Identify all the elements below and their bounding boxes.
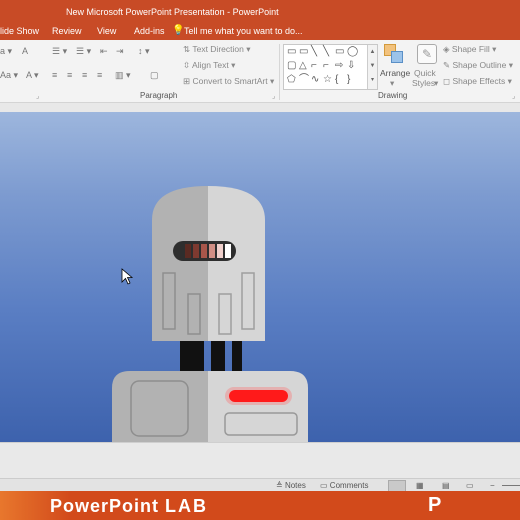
brace-left-shape-icon[interactable]: { [335, 75, 338, 85]
comments-button[interactable]: ▭ Comments [320, 481, 368, 490]
pentagon-shape-icon[interactable]: ⬠ [287, 75, 296, 85]
robot-illustration [112, 186, 308, 442]
brand-title: PowerPoint LAB [50, 496, 209, 516]
increase-indent-icon[interactable]: ⇥ [116, 46, 124, 57]
arrow-down-shape-icon[interactable]: ⇩ [347, 61, 355, 71]
visor-bar [225, 244, 231, 258]
rectangle-shape-icon[interactable]: ▭ [287, 47, 296, 57]
clear-format-icon[interactable]: A [22, 46, 28, 56]
robot-neck [211, 341, 225, 373]
robot-neck [180, 341, 204, 373]
arrow-right-shape-icon[interactable]: ⇨ [335, 61, 343, 71]
brace-right-shape-icon[interactable]: } [347, 75, 350, 85]
quick-styles-label-2[interactable]: Styles [412, 78, 435, 88]
align-text-button[interactable]: ⇳ Align Text ▾ [183, 60, 235, 71]
slide-canvas[interactable] [0, 112, 520, 442]
align-right-icon[interactable]: ≡ [82, 70, 87, 80]
zoom-slider[interactable] [502, 485, 520, 486]
pencil-icon: ✎ [443, 60, 451, 70]
tell-me-search[interactable]: Tell me what you want to do... [184, 26, 303, 36]
decrease-indent-icon[interactable]: ⇤ [100, 46, 108, 57]
shape-fill-button[interactable]: ◈ Shape Fill ▾ [443, 44, 496, 55]
shapes-gallery[interactable]: ▭ ▭ ╲ ╲ ▭ ◯ ▢ △ ⌐ ⌐ ⇨ ⇩ ⬠ ⌒ ∿ ☆ { } ▲ ▼ ▾ [283, 44, 378, 90]
title-bar: New Microsoft PowerPoint Presentation - … [0, 0, 520, 22]
convert-smartart-button[interactable]: ⊞ Convert to SmartArt ▾ [183, 76, 274, 87]
paint-bucket-icon: ◈ [443, 44, 450, 54]
comments-icon: ▭ [320, 481, 328, 490]
visor-bar [201, 244, 207, 258]
triangle-shape-icon[interactable]: △ [299, 61, 307, 71]
numbering-icon[interactable]: ☰ ▾ [76, 46, 91, 57]
elbow-shape-icon[interactable]: ⌐ [311, 61, 317, 71]
arrange-button[interactable]: Arrange [380, 68, 410, 78]
paragraph-launcher-icon-2[interactable]: ⌟ [272, 92, 275, 100]
change-case-icon[interactable]: Aa ▾ [0, 70, 18, 81]
elbow2-shape-icon[interactable]: ⌐ [323, 61, 329, 71]
columns-icon[interactable]: ▥ ▾ [115, 70, 131, 81]
robot-neck [232, 341, 242, 373]
tab-view[interactable]: View [97, 26, 116, 36]
robot-body-right [208, 371, 308, 442]
line2-shape-icon[interactable]: ╲ [323, 47, 329, 57]
rect3-shape-icon[interactable]: ▭ [335, 47, 344, 57]
notes-icon: ≜ [276, 481, 283, 490]
mouse-cursor-icon [121, 268, 134, 285]
notes-button[interactable]: ≜ Notes [276, 481, 306, 490]
quick-styles-label-1[interactable]: Quick [414, 68, 436, 78]
text-direction-button[interactable]: ⇅ Text Direction ▾ [183, 44, 250, 55]
reading-view-icon[interactable]: ▤ [442, 481, 450, 490]
font-color-icon[interactable]: A ▾ [26, 70, 39, 81]
visor-bar [209, 244, 215, 258]
red-light [229, 390, 288, 402]
align-center-icon[interactable]: ≡ [67, 70, 72, 80]
lightbulb-icon: 💡 [172, 25, 185, 36]
justify-icon[interactable]: ≡ [97, 70, 102, 80]
arrange-dropdown-icon[interactable]: ▾ [390, 78, 394, 89]
gallery-scroll[interactable]: ▲ ▼ ▾ [367, 45, 377, 89]
brand-footer: PowerPoint LAB P [0, 491, 520, 520]
rounded-rect-shape-icon[interactable]: ▢ [287, 61, 296, 71]
shape-effects-button[interactable]: ◻ Shape Effects ▾ [443, 76, 512, 87]
font-size-icon[interactable]: a ▾ [0, 46, 12, 57]
powerpoint-logo-icon: P [428, 494, 442, 516]
rectangle2-shape-icon[interactable]: ▭ [299, 47, 308, 57]
ribbon-tabs: lide Show Review View Add-ins 💡 Tell me … [0, 22, 520, 40]
star-shape-icon[interactable]: ☆ [323, 75, 332, 85]
slideshow-icon[interactable]: ▭ [466, 481, 474, 490]
tab-slide-show[interactable]: lide Show [0, 26, 39, 36]
notes-area[interactable] [0, 442, 520, 479]
tab-review[interactable]: Review [52, 26, 82, 36]
drawing-launcher-icon[interactable]: ⌟ [512, 92, 515, 100]
arrange-icon[interactable] [384, 44, 403, 63]
paragraph-group-label: Paragraph [140, 91, 178, 100]
quick-styles-icon[interactable]: ✎ [417, 44, 437, 64]
shape-outline-button[interactable]: ✎ Shape Outline ▾ [443, 60, 513, 71]
effects-icon: ◻ [443, 76, 451, 86]
robot-head-right [208, 186, 265, 341]
status-bar: ≜ Notes ▭ Comments ▦ ▤ ▭ − [0, 478, 520, 492]
freeform-shape-icon[interactable]: ∿ [311, 75, 319, 85]
line-spacing-icon[interactable]: ↕ ▾ [138, 46, 150, 57]
paragraph-launcher-icon[interactable]: ⌟ [36, 92, 39, 100]
text-direction-icon: ⇅ [183, 44, 191, 54]
visor-bar [185, 244, 191, 258]
align-left-icon[interactable]: ≡ [52, 70, 57, 80]
zoom-out-icon[interactable]: − [490, 481, 495, 490]
drawing-group-label: Drawing [378, 91, 408, 100]
visor-bar [193, 244, 199, 258]
bullets-icon[interactable]: ☰ ▾ [52, 46, 67, 57]
text-box-icon[interactable]: ▢ [150, 70, 159, 81]
ribbon-separator [279, 44, 280, 100]
ribbon: a ▾ A Aa ▾ A ▾ ☰ ▾ ☰ ▾ ⇤ ⇥ ↕ ▾ ≡ ≡ ≡ ≡ ▥… [0, 40, 520, 103]
visor-bar [217, 244, 223, 258]
align-text-icon: ⇳ [183, 60, 191, 70]
slide-sorter-icon[interactable]: ▦ [416, 481, 424, 490]
quick-styles-dropdown-icon[interactable]: ▾ [434, 78, 438, 89]
window-title: New Microsoft PowerPoint Presentation - … [66, 7, 279, 17]
line-shape-icon[interactable]: ╲ [311, 47, 317, 57]
smartart-icon: ⊞ [183, 76, 191, 86]
tab-add-ins[interactable]: Add-ins [134, 26, 165, 36]
oval-shape-icon[interactable]: ◯ [347, 47, 358, 57]
curve-shape-icon[interactable]: ⌒ [299, 75, 309, 85]
